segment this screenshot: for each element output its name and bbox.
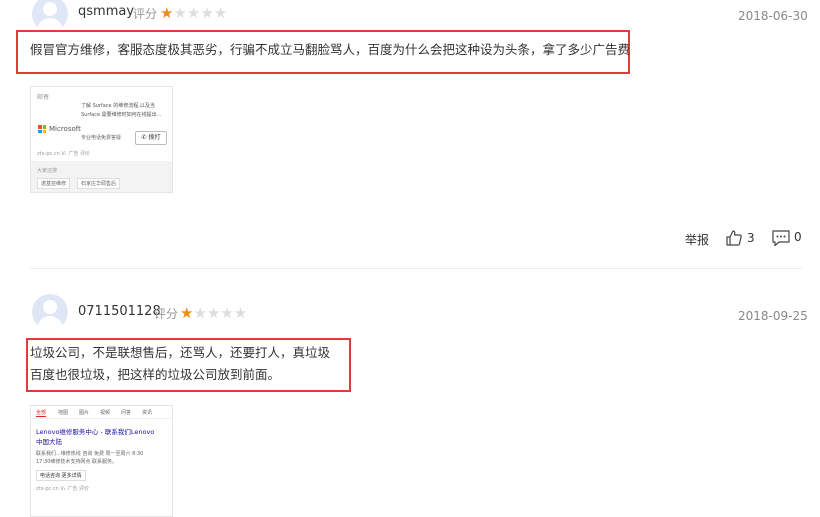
comment-image[interactable]: 邮寄 了解 Surface 的维修流程,以及当 Surface 需要维修时如何在… [30,86,173,193]
call-button: ✆ 拨打 [135,131,167,145]
comment-icon [772,230,790,247]
rating-label: 评分 [133,7,158,21]
divider [30,268,802,269]
star-icon: ★ [180,304,194,322]
thumb-tab-all: 全部 [36,410,47,417]
star-icon: ★ [186,4,201,22]
thumb-header: 邮寄 [37,94,50,101]
thumb-button: 电话咨询 更多详情 [36,470,86,481]
thumb-desc-1: 了解 Surface 的维修流程,以及当 [81,103,155,109]
like-button[interactable]: 3 [725,229,765,249]
thumb-tab: 图片 [79,410,90,416]
comment-text-line: 百度也很垃圾，把这样的垃圾公司放到前面。 [30,367,281,382]
star-icon: ★ [220,304,234,322]
thumb-tag: 石家庄华硕售后 [77,178,121,189]
star-icon: ★ [160,4,174,22]
thumbs-up-icon [726,230,742,246]
thumb-desc-1: 联系我们...维修热线 咨询 免费 周一至周六 8:30 [36,451,144,457]
star-icon: ★ [200,4,214,22]
avatar[interactable] [32,294,68,330]
thumb-desc-2: Surface 需要维修时如何在线提出... [81,112,162,118]
star-icon: ★ [206,304,221,322]
avatar[interactable] [32,0,68,32]
microsoft-logo-icon [38,125,46,133]
phone-icon: ✆ [141,134,147,141]
thumb-meta: ztx-pc.cn V₁ 广告 评价 [37,151,90,157]
thumb-search-label: 大家还搜 [37,168,58,174]
thumb-sub: 专业电话免费答疑 [81,135,122,141]
rating-stars: ★★★★★ [180,303,247,322]
username[interactable]: qsmmay [78,4,134,19]
report-link[interactable]: 举报 [685,231,709,248]
rating-label: 评分 [154,307,179,321]
thumb-title-2: 中国大陆 [36,438,62,446]
username[interactable]: 0711501128 [78,304,161,319]
rating-stars: ★★★★★ [160,3,227,22]
thumb-tab: 资讯 [142,410,153,416]
thumb-brand: Microsoft [49,125,81,133]
comment-count: 0 [794,230,802,244]
thumb-desc-2: 17:30维修技术支持网点 联系服务。 [36,459,118,465]
thumb-tab: 地图 [58,410,69,416]
comment-text-line: 垃圾公司，不是联想售后，还骂人，还要打人，真垃圾 [30,345,331,360]
thumb-meta: ztx-pc.cn V₁ 广告 评价 [36,486,89,492]
thumb-tag: 诺基亚维修 [37,178,71,189]
comment-image[interactable]: 全部 地图 图片 视频 问答 资讯 Lenovo维修服务中心 - 联系我们Len… [30,405,173,517]
thumb-tab: 问答 [121,410,132,416]
thumb-tab: 视频 [100,410,111,416]
comment-date: 2018-06-30 [738,9,808,23]
comment-button[interactable]: 0 [771,229,805,249]
star-icon: ★ [173,4,187,22]
star-icon: ★ [213,4,228,22]
like-count: 3 [747,231,755,245]
comment-text: 假冒官方维修，客服态度极其恶劣，行骗不成立马翻脸骂人，百度为什么会把这种设为头条… [30,42,631,57]
comment-date: 2018-09-25 [738,309,808,323]
star-icon: ★ [233,304,248,322]
star-icon: ★ [193,304,207,322]
thumb-title-1: Lenovo维修服务中心 - 联系我们Lenovo [36,428,155,436]
